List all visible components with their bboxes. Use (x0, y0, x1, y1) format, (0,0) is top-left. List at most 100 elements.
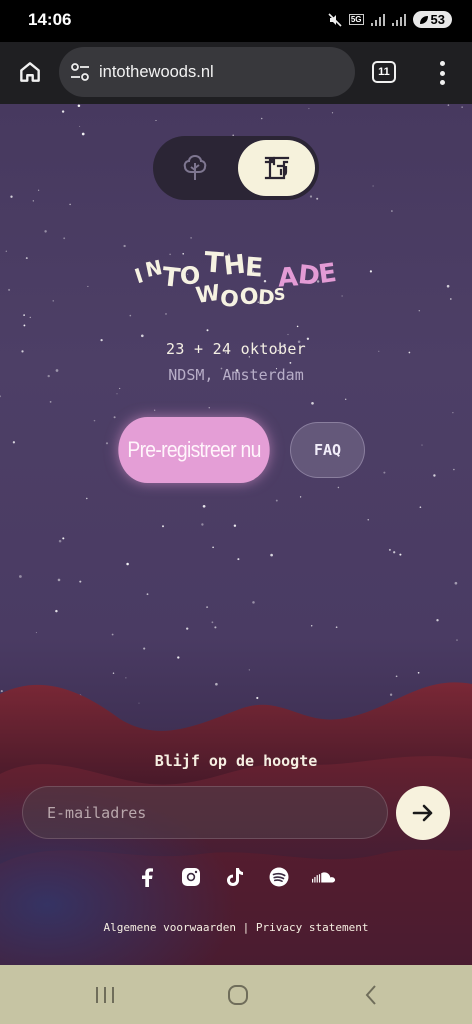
email-input[interactable] (22, 786, 388, 839)
preregister-button[interactable]: Pre-registreer nu (118, 417, 270, 483)
facebook-icon[interactable] (136, 866, 158, 888)
battery-level: 53 (430, 12, 445, 27)
star (201, 523, 204, 526)
event-date: 23 + 24 oktober (166, 340, 306, 358)
star (79, 125, 81, 127)
menu-dot (439, 61, 445, 66)
tab-switcher-button[interactable]: 11 (372, 61, 396, 83)
star (0, 395, 2, 398)
star (447, 104, 450, 106)
tiktok-icon[interactable] (224, 866, 246, 888)
star (113, 416, 116, 419)
star (111, 633, 114, 636)
star (461, 106, 463, 108)
system-navigation-bar (0, 965, 472, 1024)
footer-separator: | (235, 921, 256, 934)
url-text: intothewoods.nl (99, 62, 214, 81)
toggle-option-tree[interactable] (175, 150, 215, 186)
star (393, 551, 396, 554)
star (62, 537, 65, 540)
star (206, 606, 209, 609)
star (446, 284, 450, 288)
event-venue: NDSM, Amsterdam (168, 366, 304, 384)
star (391, 210, 393, 212)
svg-text:A: A (277, 262, 299, 293)
star (32, 200, 34, 202)
address-bar[interactable]: intothewoods.nl (59, 47, 355, 97)
star (208, 407, 210, 409)
star (454, 581, 458, 585)
svg-text:O: O (219, 286, 240, 312)
star (25, 257, 28, 260)
star (79, 580, 82, 583)
terms-link[interactable]: Algemene voorwaarden (104, 921, 236, 934)
signal-icon (370, 13, 385, 26)
svg-text:H: H (222, 250, 247, 282)
crane-icon (264, 156, 289, 180)
star (93, 419, 96, 422)
star (344, 398, 347, 401)
recent-apps-icon (96, 987, 114, 1003)
star (58, 539, 62, 543)
star (8, 288, 11, 291)
toggle-option-city[interactable] (238, 140, 315, 196)
overflow-menu-button[interactable] (430, 58, 454, 88)
star (49, 401, 52, 403)
star (252, 601, 255, 604)
star (399, 553, 402, 556)
star (202, 504, 206, 508)
star (270, 553, 273, 557)
star (433, 474, 436, 477)
status-icons: 5G 53 (328, 11, 452, 28)
recent-apps-button[interactable] (92, 982, 118, 1008)
star (140, 334, 144, 338)
signal-icon-2 (391, 13, 406, 26)
star (146, 593, 149, 596)
menu-dot (439, 80, 445, 85)
star (275, 499, 278, 502)
spotify-icon[interactable] (268, 866, 290, 888)
star (119, 387, 121, 390)
instagram-icon[interactable] (180, 866, 202, 888)
star (308, 108, 310, 110)
star (337, 486, 340, 489)
home-nav-button[interactable] (225, 982, 251, 1008)
star (23, 314, 25, 316)
newsletter-submit-button[interactable] (396, 786, 450, 840)
star (77, 104, 81, 108)
star (372, 185, 374, 187)
star (383, 471, 386, 474)
star (453, 468, 455, 471)
status-time: 14:06 (28, 10, 72, 29)
star (177, 656, 180, 659)
web-page: I N T O T H E W O O D S A D E 23 + 24 ok… (0, 104, 472, 965)
star (211, 621, 214, 624)
site-settings-icon[interactable] (69, 61, 91, 83)
star (212, 546, 214, 549)
star (206, 329, 209, 332)
privacy-link[interactable]: Privacy statement (256, 921, 369, 934)
social-links (0, 866, 472, 888)
star (61, 110, 65, 113)
back-button[interactable] (358, 982, 384, 1008)
soundcloud-icon[interactable] (312, 866, 336, 888)
star (436, 619, 439, 622)
home-circle-icon (228, 985, 248, 1005)
star (335, 626, 338, 629)
star (260, 117, 263, 120)
star (129, 314, 132, 317)
star (311, 401, 314, 405)
star (331, 112, 334, 114)
faq-button[interactable]: FAQ (290, 422, 365, 478)
star (81, 132, 85, 136)
star (214, 626, 217, 629)
svg-text:W: W (194, 281, 222, 309)
star (289, 361, 292, 364)
home-button[interactable] (14, 56, 46, 88)
svg-text:E: E (244, 252, 264, 283)
star (449, 298, 452, 300)
arrow-right-icon (412, 804, 433, 822)
star (29, 316, 32, 319)
scene-toggle[interactable] (153, 136, 319, 200)
star (388, 548, 391, 551)
